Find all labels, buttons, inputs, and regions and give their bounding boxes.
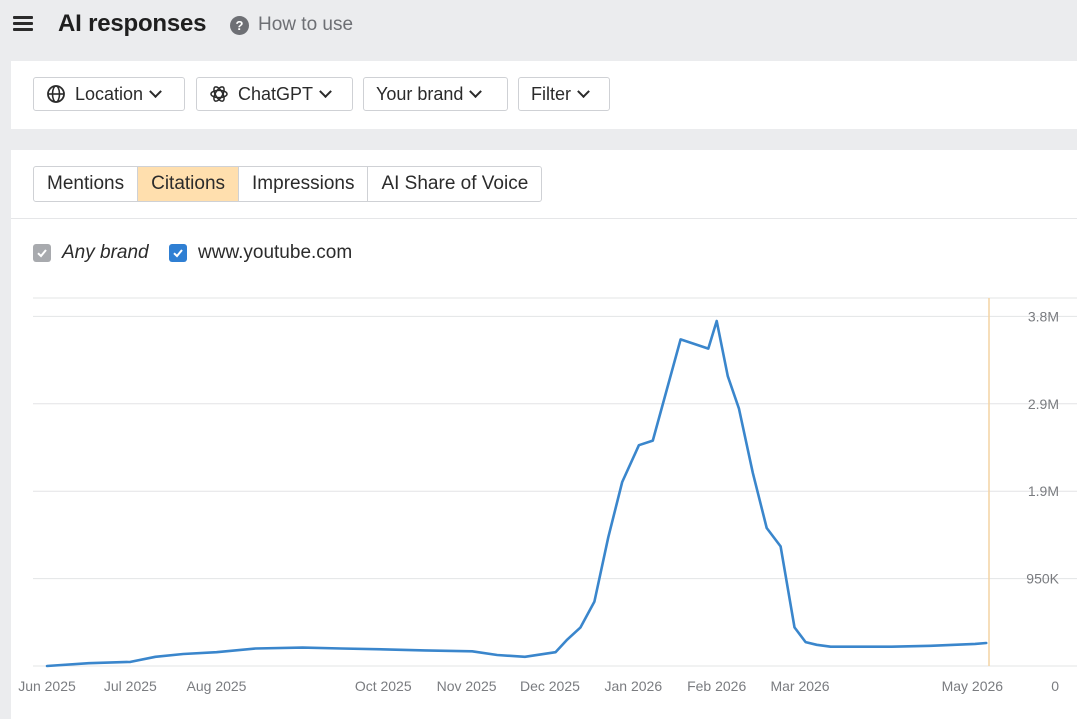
x-tick-label: Aug 2025: [187, 678, 247, 694]
menu-icon[interactable]: [13, 16, 33, 32]
y-tick-label: 3.8M: [1028, 308, 1059, 324]
x-tick-label: Dec 2025: [520, 678, 580, 694]
x-tick-label: Feb 2026: [687, 678, 746, 694]
brand-label: Your brand: [376, 83, 464, 104]
chevron-down-icon: [149, 84, 162, 98]
y-tick-label: 0: [1051, 678, 1059, 694]
y-tick-label: 950K: [1026, 571, 1059, 587]
globe-icon: [47, 85, 65, 103]
chevron-down-icon: [319, 84, 332, 98]
series-line: [45, 319, 988, 668]
x-tick-label: Oct 2025: [355, 678, 412, 694]
x-tick-label: Nov 2025: [437, 678, 497, 694]
page-title: AI responses: [58, 10, 207, 37]
chatgpt-icon: [210, 86, 228, 102]
citations-line-chart: 0 950K 1.9M 2.9M 3.8M Jun 2025 Jul 2025 Aug 202…: [18, 297, 1077, 694]
model-label: ChatGPT: [238, 83, 314, 104]
how-to-use-label: How to use: [258, 14, 354, 35]
y-tick-label: 1.9M: [1028, 483, 1059, 499]
x-tick-label: Jan 2026: [605, 678, 663, 694]
x-tick-label: Jun 2025: [18, 678, 76, 694]
filter-label: Filter: [531, 83, 571, 104]
x-tick-label: May 2026: [942, 678, 1004, 694]
filter-dropdown[interactable]: Filter: [518, 77, 610, 111]
chart-card: Mentions Citations Impressions AI Share …: [11, 150, 1077, 719]
question-icon: ?: [230, 15, 249, 35]
chevron-down-icon: [469, 84, 483, 98]
x-tick-label: Jul 2025: [104, 678, 157, 694]
location-dropdown[interactable]: Location: [33, 77, 185, 111]
top-header: AI responses ? How to use: [0, 0, 1077, 60]
filter-bar: Location ChatGPT Your brand Filter: [11, 61, 1077, 129]
location-label: Location: [75, 83, 144, 104]
model-dropdown[interactable]: ChatGPT: [196, 77, 353, 111]
how-to-use-link[interactable]: ? How to use: [230, 12, 353, 38]
x-tick-label: Mar 2026: [770, 678, 829, 694]
chevron-down-icon: [577, 84, 590, 98]
brand-dropdown[interactable]: Your brand: [363, 77, 508, 111]
y-tick-label: 2.9M: [1028, 396, 1059, 412]
